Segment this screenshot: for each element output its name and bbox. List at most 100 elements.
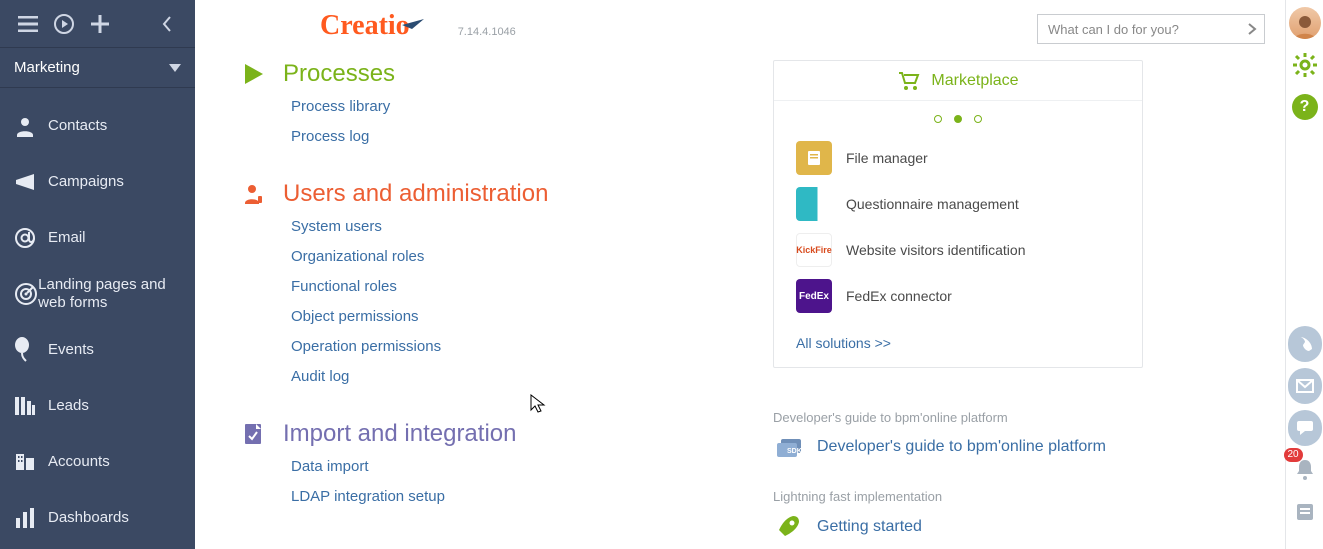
nav-label: Leads [48,397,89,415]
main-content: Creatio 7.14.4.1046 Processes Process li… [195,0,1285,549]
version-label: 7.14.4.1046 [458,26,516,38]
getting-started-row[interactable]: Getting started [773,512,1143,542]
marketplace-title: Marketplace [931,72,1018,90]
dev-guide-link[interactable]: Developer's guide to bpm'online platform [817,438,1106,456]
brand-name: Creatio [320,10,410,42]
workplace-caret-icon [169,59,181,76]
workplace-selector[interactable]: Marketing [0,48,195,88]
section-title: Import and integration [283,420,516,448]
notification-badge: 20 [1284,448,1303,462]
nav-contacts[interactable]: Contacts [0,98,195,154]
nav-events[interactable]: Events [0,322,195,378]
section-import: Import and integration Data import LDAP … [243,420,763,506]
dev-guide-row[interactable]: SDK Developer's guide to bpm'online plat… [773,433,1143,461]
link-process-log[interactable]: Process log [291,128,763,146]
marketplace-item-label: File manager [846,150,928,166]
section-title: Processes [283,60,395,88]
play-process-icon[interactable] [46,0,82,48]
dashboards-icon [14,508,48,528]
nav-dashboards[interactable]: Dashboards [0,490,195,546]
marketplace-header[interactable]: Marketplace [774,61,1142,101]
marketplace-item-fedex[interactable]: FedEx FedEx connector [796,273,1120,319]
nav-label: Dashboards [48,509,129,527]
add-icon[interactable] [82,0,118,48]
rail-feed-button[interactable] [1288,411,1322,445]
nav-accounts[interactable]: Accounts [0,434,195,490]
all-solutions-link[interactable]: All solutions >> [796,335,891,351]
right-rail: ? 20 [1285,0,1323,549]
contacts-icon [14,115,48,137]
nav-label: Events [48,341,94,359]
link-system-users[interactable]: System users [291,218,763,236]
nav-email[interactable]: Email [0,210,195,266]
dot-3[interactable] [974,115,982,123]
marketplace-item-website-visitors[interactable]: KickFire Website visitors identification [796,227,1120,273]
nav-landing-pages[interactable]: Landing pages and web forms [0,266,195,322]
link-data-import[interactable]: Data import [291,458,763,476]
dev-guide-subtitle: Developer's guide to bpm'online platform [773,410,1143,425]
designer-sections: Processes Process library Process log Us… [243,60,763,549]
email-icon [14,227,48,249]
section-title: Users and administration [283,180,548,208]
link-audit-log[interactable]: Audit log [291,368,763,386]
workplace-label: Marketing [14,59,80,76]
link-operation-permissions[interactable]: Operation permissions [291,338,763,356]
marketplace-card: Marketplace File manager [773,60,1143,368]
dev-guide-block: Developer's guide to bpm'online platform… [773,410,1143,461]
sidebar-nav: Contacts Campaigns Email Landing pages a… [0,88,195,546]
link-organizational-roles[interactable]: Organizational roles [291,248,763,266]
marketplace-item-questionnaire[interactable]: Questionnaire management [796,181,1120,227]
profile-avatar[interactable] [1288,6,1322,40]
nav-leads[interactable]: Leads [0,378,195,434]
rail-process-log-button[interactable] [1288,495,1322,529]
feed-icon [1288,410,1322,446]
marketplace-item-label: Website visitors identification [846,242,1025,258]
cti-phone-button[interactable] [1288,327,1322,361]
marketplace-item-label: FedEx connector [846,288,952,304]
help-button[interactable]: ? [1288,90,1322,124]
search-submit-icon[interactable] [1247,22,1257,39]
search-input[interactable] [1037,14,1265,44]
getting-started-subtitle: Lightning fast implementation [773,489,1143,504]
brand-logo-block: Creatio 7.14.4.1046 [320,10,516,42]
settings-icon[interactable] [1288,48,1322,82]
link-object-permissions[interactable]: Object permissions [291,308,763,326]
right-column: Marketplace File manager [773,60,1143,549]
rail-email-button[interactable] [1288,369,1322,403]
section-processes: Processes Process library Process log [243,60,763,146]
envelope-icon [1288,368,1322,404]
accounts-icon [14,452,48,472]
marketplace-item-file-manager[interactable]: File manager [796,135,1120,181]
brand-paper-plane-icon [402,16,420,24]
collapse-sidebar-icon[interactable] [149,0,185,48]
link-ldap-integration[interactable]: LDAP integration setup [291,488,763,506]
help-icon: ? [1292,94,1318,120]
users-admin-icon [243,182,283,206]
notifications-button[interactable]: 20 [1288,453,1322,487]
nav-label: Landing pages and web forms [38,276,181,312]
events-icon [14,337,48,363]
marketplace-pagination [774,101,1142,129]
processes-play-icon [243,62,283,86]
link-process-library[interactable]: Process library [291,98,763,116]
link-functional-roles[interactable]: Functional roles [291,278,763,296]
nav-label: Campaigns [48,173,124,191]
global-search [1037,14,1265,44]
dot-2[interactable] [954,115,962,123]
hamburger-menu-icon[interactable] [10,0,46,48]
sdk-icon: SDK [773,433,817,461]
file-manager-thumb [796,141,832,175]
nav-label: Accounts [48,453,110,471]
dot-1[interactable] [934,115,942,123]
getting-started-block: Lightning fast implementation Getting st… [773,489,1143,542]
nav-label: Email [48,229,86,247]
nav-label: Contacts [48,117,107,135]
marketplace-item-label: Questionnaire management [846,196,1019,212]
nav-campaigns[interactable]: Campaigns [0,154,195,210]
campaigns-icon [14,171,48,193]
avatar-image [1289,7,1321,39]
getting-started-link[interactable]: Getting started [817,518,922,536]
cart-icon [897,71,921,91]
leads-icon [14,396,48,416]
questionnaire-thumb [796,187,832,221]
